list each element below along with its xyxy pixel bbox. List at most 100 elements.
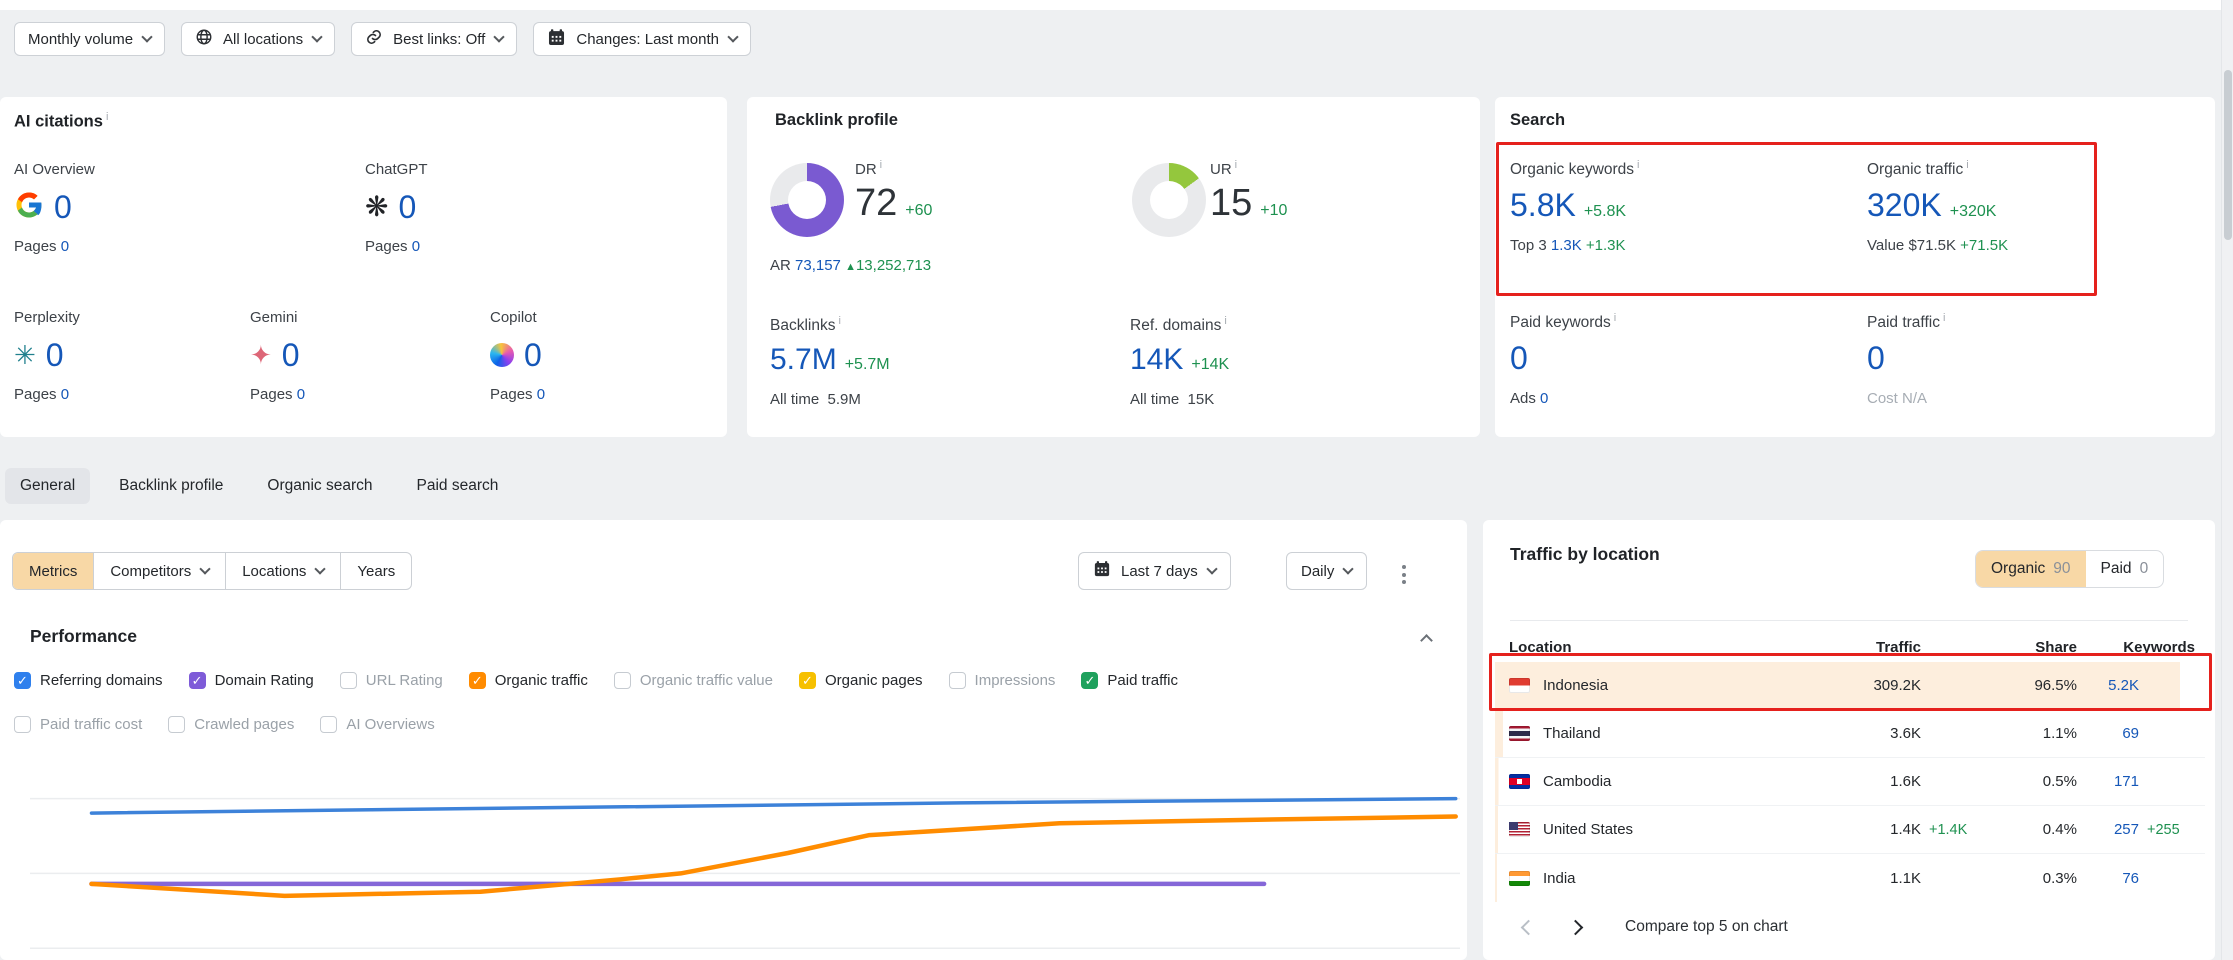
keywords-link[interactable]: 69: [2077, 725, 2139, 742]
checkbox-icon: [469, 672, 486, 689]
backlink-profile-card: Backlink profile DRi 72+60 AR 73,157 ▲13…: [747, 97, 1480, 437]
location-row-india[interactable]: India 1.1K 0.3% 76: [1495, 854, 2205, 902]
ref-domains-value-link[interactable]: 14K: [1130, 345, 1183, 375]
organic-traffic-value-link[interactable]: 320K: [1867, 189, 1942, 221]
locations-dropdown[interactable]: All locations: [181, 22, 335, 56]
info-icon: i: [1224, 315, 1226, 327]
chatgpt-stat: ChatGPT ❋ 0 Pages 0: [365, 161, 428, 255]
tab-paid-search[interactable]: Paid search: [402, 468, 514, 504]
cost-value: N/A: [1902, 390, 1927, 407]
segment-competitors[interactable]: Competitors: [93, 553, 225, 589]
segment-metrics[interactable]: Metrics: [13, 553, 93, 589]
tab-backlink-profile[interactable]: Backlink profile: [104, 468, 238, 504]
copilot-pages-link[interactable]: 0: [537, 386, 545, 403]
keywords-link[interactable]: 257: [2077, 821, 2139, 838]
chatgpt-pages-link[interactable]: 0: [412, 238, 420, 255]
flag-thailand-icon: [1509, 726, 1530, 741]
segment-locations[interactable]: Locations: [225, 553, 340, 589]
best-links-dropdown[interactable]: Best links: Off: [351, 22, 517, 56]
metric-checkbox-url-rating[interactable]: URL Rating: [340, 672, 443, 689]
toggle-organic[interactable]: Organic90: [1976, 551, 2086, 587]
more-options-menu[interactable]: [1398, 561, 1410, 588]
location-row-united-states[interactable]: United States 1.4K +1.4K 0.4% 257 +255: [1495, 806, 2205, 854]
flag-united-states-icon: [1509, 822, 1530, 837]
granularity-label: Daily: [1301, 563, 1334, 580]
organic-keywords-value-link[interactable]: 5.8K: [1510, 189, 1576, 221]
perplexity-count[interactable]: 0: [46, 339, 64, 371]
dr-stat: DRi 72+60: [855, 159, 932, 225]
location-row-indonesia[interactable]: Indonesia 309.2K 96.5% 5.2K: [1495, 662, 2205, 710]
metric-checkbox-organic-traffic[interactable]: Organic traffic: [469, 672, 588, 689]
link-icon: [365, 28, 383, 50]
metric-checkbox-domain-rating[interactable]: Domain Rating: [189, 672, 314, 689]
location-row-thailand[interactable]: Thailand 3.6K 1.1% 69: [1495, 710, 2205, 758]
performance-title: Performance: [30, 626, 137, 647]
chevron-down-icon: [141, 31, 152, 42]
copilot-count[interactable]: 0: [524, 339, 542, 371]
compare-top5-link[interactable]: Compare top 5 on chart: [1625, 918, 1788, 936]
location-row-cambodia[interactable]: Cambodia 1.6K 0.5% 171: [1495, 758, 2205, 806]
metric-checkbox-organic-pages[interactable]: Organic pages: [799, 672, 923, 689]
backlinks-value-link[interactable]: 5.7M: [770, 345, 837, 375]
metric-checkbox-organic-traffic-value[interactable]: Organic traffic value: [614, 672, 773, 689]
gemini-count[interactable]: 0: [282, 339, 300, 371]
info-icon: i: [1966, 159, 1968, 171]
location-table-header: Location Traffic Share Keywords: [1495, 632, 2205, 662]
ai-overview-count[interactable]: 0: [54, 191, 72, 223]
organic-paid-toggle: Organic90 Paid0: [1975, 550, 2164, 588]
ads-value-link[interactable]: 0: [1540, 390, 1548, 407]
scrollbar-thumb[interactable]: [2224, 70, 2232, 240]
info-icon: i: [106, 111, 108, 123]
copilot-stat: Copilot 0 Pages 0: [490, 309, 545, 403]
monthly-volume-dropdown[interactable]: Monthly volume: [14, 22, 165, 56]
search-card: Search Organic keywordsi 5.8K+5.8K Top 3…: [1495, 97, 2215, 437]
collapse-chevron-icon[interactable]: [1422, 636, 1431, 645]
traffic-value-delta: +71.5K: [1960, 237, 2008, 254]
toggle-paid[interactable]: Paid0: [2086, 551, 2164, 587]
paid-traffic-value-link[interactable]: 0: [1867, 342, 1885, 374]
location-table-body: Indonesia 309.2K 96.5% 5.2K Thailand 3.6…: [1495, 662, 2205, 902]
changes-dropdown[interactable]: Changes: Last month: [533, 22, 751, 56]
tab-organic-search[interactable]: Organic search: [252, 468, 387, 504]
ar-value-link[interactable]: 73,157: [795, 257, 841, 274]
info-icon: i: [1637, 159, 1639, 171]
gemini-pages-link[interactable]: 0: [297, 386, 305, 403]
scrollbar-track[interactable]: [2221, 0, 2233, 960]
metric-checkbox-paid-traffic[interactable]: Paid traffic: [1081, 672, 1178, 689]
pager-previous-icon[interactable]: [1521, 919, 1537, 935]
ar-line: AR 73,157 ▲13,252,713: [770, 257, 931, 274]
chatgpt-count[interactable]: 0: [398, 191, 416, 223]
chevron-down-icon: [311, 31, 322, 42]
backlinks-stat: Backlinksi 5.7M+5.7M All time 5.9M: [770, 315, 890, 408]
keywords-link[interactable]: 5.2K: [2077, 677, 2139, 694]
metric-checkbox-paid-traffic-cost[interactable]: Paid traffic cost: [14, 716, 142, 733]
tab-general[interactable]: General: [5, 468, 90, 504]
segment-years[interactable]: Years: [340, 553, 411, 589]
up-triangle-icon: ▲: [845, 261, 856, 273]
keywords-link[interactable]: 171: [2077, 773, 2139, 790]
keywords-link[interactable]: 76: [2077, 870, 2139, 887]
date-range-dropdown[interactable]: Last 7 days: [1078, 552, 1231, 590]
perplexity-pages-link[interactable]: 0: [61, 386, 69, 403]
info-icon: i: [838, 315, 840, 327]
ai-overview-pages-link[interactable]: 0: [61, 238, 69, 255]
metric-checkbox-impressions[interactable]: Impressions: [949, 672, 1056, 689]
ur-stat: URi 15+10: [1210, 159, 1287, 225]
checkbox-icon: [799, 672, 816, 689]
checkbox-icon: [1081, 672, 1098, 689]
changes-label: Changes: Last month: [576, 31, 719, 48]
calendar-icon: [1093, 560, 1111, 582]
ref-domains-alltime: 15K: [1188, 391, 1215, 408]
checkbox-icon: [320, 716, 337, 733]
chatgpt-icon: ❋: [365, 193, 388, 221]
metric-checkbox-ai-overviews[interactable]: AI Overviews: [320, 716, 434, 733]
metric-checkbox-referring-domains[interactable]: Referring domains: [14, 672, 163, 689]
section-tabs: General Backlink profile Organic search …: [5, 468, 513, 504]
granularity-dropdown[interactable]: Daily: [1286, 552, 1367, 590]
paid-keywords-value-link[interactable]: 0: [1510, 342, 1528, 374]
performance-chart[interactable]: [30, 785, 1460, 955]
pager-next-icon[interactable]: [1568, 919, 1584, 935]
top3-value-link[interactable]: 1.3K: [1551, 237, 1582, 254]
metric-checkbox-row-2: Paid traffic cost Crawled pages AI Overv…: [14, 716, 435, 733]
metric-checkbox-crawled-pages[interactable]: Crawled pages: [168, 716, 294, 733]
